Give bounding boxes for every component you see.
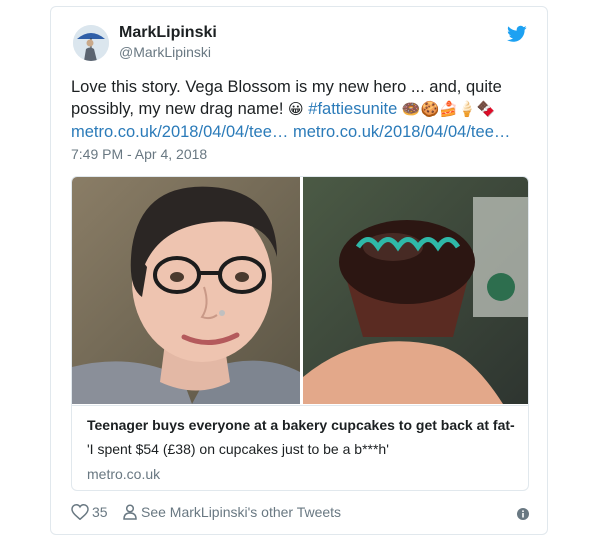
cake-emoji: 🍰	[439, 101, 458, 118]
chocolate-emoji: 🍫	[476, 101, 496, 118]
twitter-bird-icon[interactable]	[507, 25, 527, 43]
cookie-emoji: 🍪	[420, 101, 440, 118]
tweet-text-line1: Love this story. Vega Blossom is my new …	[71, 78, 502, 96]
tweet-text: Love this story. Vega Blossom is my new …	[71, 76, 531, 143]
heart-icon	[71, 504, 89, 520]
other-tweets-label: See MarkLipinski's other Tweets	[141, 504, 342, 520]
like-count: 35	[92, 504, 108, 520]
tweet-footer: 35 See MarkLipinski's other Tweets	[71, 504, 529, 524]
info-icon[interactable]	[517, 508, 529, 520]
tweet-timestamp[interactable]: 7:49 PM - Apr 4, 2018	[71, 146, 207, 162]
card-title[interactable]: Teenager buys everyone at a bakery cupca…	[87, 417, 515, 433]
link-card[interactable]: Teenager buys everyone at a bakery cupca…	[71, 176, 529, 491]
portrait-photo	[72, 177, 300, 404]
tweet-text-line2: possibly, my new drag name!	[71, 100, 289, 118]
article-link-1[interactable]: metro.co.uk/2018/04/04/tee…	[71, 123, 288, 141]
hashtag-link[interactable]: #fattiesunite	[308, 100, 397, 118]
embedded-tweet: MarkLipinski @MarkLipinski Love this sto…	[50, 6, 548, 535]
other-tweets-link[interactable]: See MarkLipinski's other Tweets	[123, 504, 341, 520]
person-icon	[123, 504, 137, 520]
author-handle[interactable]: @MarkLipinski	[119, 44, 211, 60]
card-images	[72, 177, 528, 404]
cupcake-photo	[303, 177, 528, 404]
avatar[interactable]	[73, 25, 109, 61]
donut-emoji: 🍩	[401, 101, 421, 118]
grin-emoji: 😀	[288, 101, 304, 118]
author-name[interactable]: MarkLipinski	[119, 24, 217, 42]
card-domain: metro.co.uk	[87, 466, 161, 482]
like-button[interactable]: 35	[71, 504, 108, 520]
icecream-emoji: 🍦	[457, 101, 477, 118]
card-description: 'I spent $54 (£38) on cupcakes just to b…	[87, 441, 389, 457]
article-link-2[interactable]: metro.co.uk/2018/04/04/tee…	[293, 123, 510, 141]
card-body: Teenager buys everyone at a bakery cupca…	[72, 405, 528, 490]
